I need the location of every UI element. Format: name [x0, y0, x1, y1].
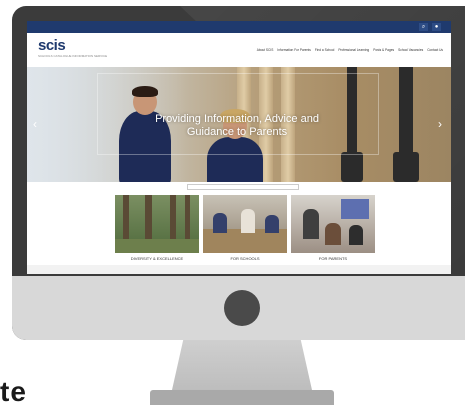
- nav-item-about[interactable]: About SCIS: [257, 48, 274, 52]
- nav-item-professional-learning[interactable]: Professional Learning: [338, 48, 369, 52]
- card-adult: [303, 209, 319, 239]
- main-navigation: About SCIS Information For Parents Find …: [257, 48, 443, 52]
- monitor-stand-base: [150, 390, 334, 405]
- site-logo[interactable]: scis: [38, 37, 66, 54]
- card-student: [213, 213, 227, 233]
- website-screen: ⌕ ● scis SCHOOLS CATALOGUE INFORMATION S…: [27, 21, 451, 274]
- slider-next-arrow[interactable]: ›: [438, 117, 442, 131]
- hero-caption-line: Guidance to Parents: [186, 126, 288, 138]
- nav-item-contact[interactable]: Contact Us: [427, 48, 443, 52]
- page-footer-strip: [27, 265, 451, 274]
- card-child: [325, 223, 341, 245]
- nav-item-parents-info[interactable]: Information For Parents: [277, 48, 310, 52]
- cropped-caption-text: te: [0, 376, 27, 407]
- card-ground: [115, 239, 199, 253]
- hero-lamp-base: [341, 152, 363, 182]
- card-wall-poster: [341, 199, 369, 219]
- site-logo-subtitle: SCHOOLS CATALOGUE INFORMATION SERVICE: [38, 54, 108, 58]
- slider-prev-arrow[interactable]: ‹: [33, 117, 37, 131]
- nav-item-find-school[interactable]: Find a School: [315, 48, 335, 52]
- card-image-parents[interactable]: [291, 195, 375, 253]
- hero-caption-line: Providing Information, Advice and: [155, 113, 319, 125]
- monitor-power-button: [224, 290, 260, 326]
- top-utility-bar: ⌕ ●: [27, 21, 451, 33]
- hero-slider[interactable]: Providing Information, Advice and Guidan…: [27, 67, 451, 182]
- monitor-stand-neck: [172, 340, 312, 390]
- card-student: [265, 215, 279, 233]
- slider-indicator[interactable]: [187, 184, 299, 190]
- card-label-schools[interactable]: FOR SCHOOLS: [203, 256, 287, 261]
- card-image-diversity[interactable]: [115, 195, 199, 253]
- card-image-schools[interactable]: [203, 195, 287, 253]
- card-label-diversity[interactable]: DIVERSITY & EXCELLENCE: [115, 256, 199, 261]
- card-child: [349, 225, 363, 245]
- card-label-parents[interactable]: FOR PARENTS: [291, 256, 375, 261]
- user-icon[interactable]: ●: [432, 23, 441, 31]
- nav-item-posts-pages[interactable]: Posts & Pages: [373, 48, 394, 52]
- hero-caption: Providing Information, Advice and Guidan…: [97, 113, 377, 139]
- nav-item-vacancies[interactable]: School Vacancies: [398, 48, 423, 52]
- search-icon[interactable]: ⌕: [419, 23, 428, 31]
- card-student: [241, 209, 255, 233]
- hero-lamp-base: [393, 152, 419, 182]
